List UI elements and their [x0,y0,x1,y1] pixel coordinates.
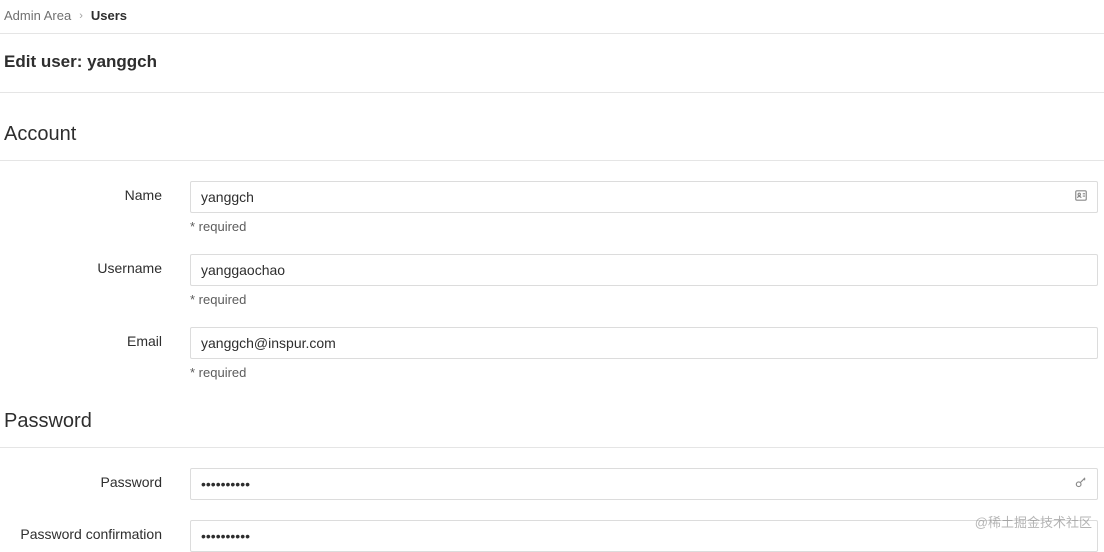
breadcrumb: Admin Area › Users [0,0,1104,34]
name-help: * required [190,219,1098,234]
form-row-password: Password [0,468,1104,500]
form-row-password-confirmation: Password confirmation [0,520,1104,552]
chevron-right-icon: › [79,10,83,22]
name-label: Name [0,181,190,203]
email-label: Email [0,327,190,349]
section-title-password: Password [0,380,1104,448]
form-row-username: Username * required [0,254,1104,307]
form-row-name: Name * required [0,181,1104,234]
password-confirmation-input[interactable] [190,520,1098,552]
breadcrumb-current: Users [91,8,127,23]
password-confirmation-label: Password confirmation [0,520,190,542]
password-input[interactable] [190,468,1098,500]
section-title-account: Account [0,93,1104,161]
breadcrumb-root-link[interactable]: Admin Area [4,8,71,23]
email-input[interactable] [190,327,1098,359]
contact-card-icon [1074,189,1088,206]
username-input[interactable] [190,254,1098,286]
page-title: Edit user: yanggch [0,34,1104,93]
key-icon [1074,476,1088,493]
email-help: * required [190,365,1098,380]
name-input[interactable] [190,181,1098,213]
username-label: Username [0,254,190,276]
password-label: Password [0,468,190,490]
username-help: * required [190,292,1098,307]
form-row-email: Email * required [0,327,1104,380]
